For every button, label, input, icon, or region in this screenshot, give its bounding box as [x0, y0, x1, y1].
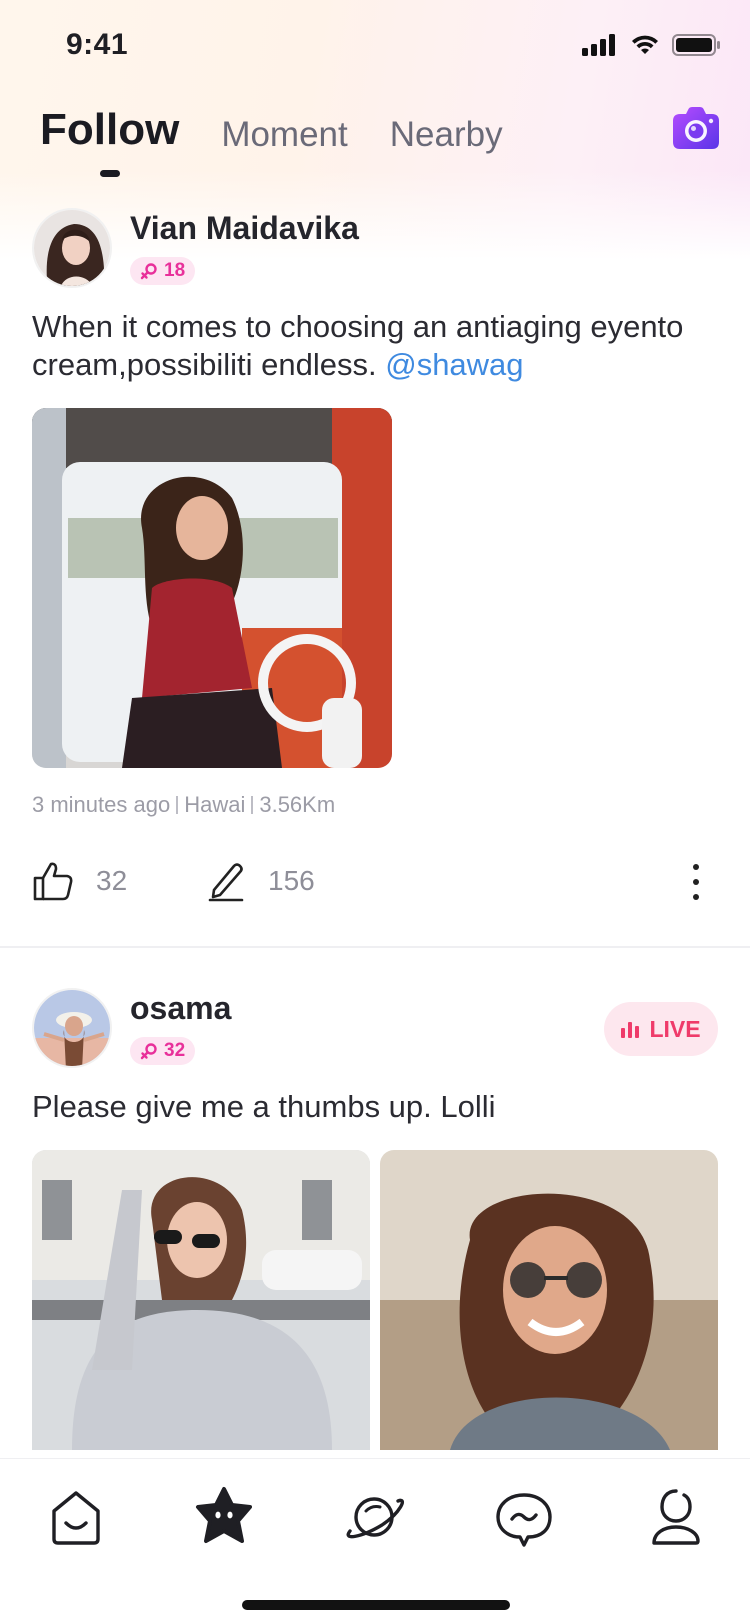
comment-count: 156: [268, 865, 315, 896]
tab-follow[interactable]: Follow: [40, 105, 179, 165]
post-photo[interactable]: [380, 1150, 718, 1450]
mention-link[interactable]: @shawag: [385, 347, 523, 382]
post-header: Vian Maidavika 18: [32, 208, 718, 290]
home-icon[interactable]: [44, 1485, 108, 1549]
gender-icon: [140, 263, 157, 280]
post-time: 3 minutes ago: [32, 792, 171, 817]
gender-icon: [140, 1043, 157, 1060]
planet-icon[interactable]: [342, 1485, 406, 1549]
avatar[interactable]: [32, 208, 112, 288]
level-badge: 32: [130, 1037, 196, 1065]
user-name[interactable]: osama: [130, 990, 231, 1027]
post-location: Hawai: [184, 792, 246, 817]
live-badge[interactable]: LIVE: [604, 1002, 718, 1056]
pen-icon: [208, 863, 244, 902]
post-body: When it comes to choosing an antiaging e…: [32, 309, 684, 382]
status-icons: [582, 34, 720, 56]
level-value: 18: [164, 260, 186, 281]
battery-icon: [672, 34, 720, 56]
star-face-icon[interactable]: [192, 1485, 256, 1549]
user-info: Vian Maidavika 18: [130, 208, 359, 285]
tab-nearby[interactable]: Nearby: [390, 115, 503, 165]
camera-icon[interactable]: [672, 106, 720, 150]
level-value: 32: [164, 1040, 186, 1061]
live-label: LIVE: [649, 1015, 701, 1042]
profile-icon[interactable]: [644, 1485, 708, 1549]
meta-divider: [251, 796, 254, 814]
top-tabs: Follow Moment Nearby: [40, 105, 503, 165]
wifi-icon: [632, 35, 658, 54]
post-photos: [32, 1150, 718, 1450]
post-text: Please give me a thumbs up. Lolli: [32, 1088, 718, 1126]
user-info: osama 32: [130, 988, 231, 1065]
post-photo[interactable]: [32, 1150, 370, 1450]
thumbs-up-icon: [33, 862, 73, 901]
tab-moment[interactable]: Moment: [221, 115, 347, 165]
avatar[interactable]: [32, 988, 112, 1068]
post-card: Vian Maidavika 18 When it comes to choos…: [0, 208, 750, 946]
comment-button[interactable]: 156: [208, 860, 315, 902]
post-body: Please give me a thumbs up. Lolli: [32, 1089, 496, 1124]
post-distance: 3.56Km: [259, 792, 336, 817]
bottom-nav: [0, 1458, 750, 1624]
status-time: 9:41: [66, 28, 129, 61]
post-card: osama 32 LIVE Please give me a thumbs up…: [0, 988, 750, 1450]
post-text: When it comes to choosing an antiaging e…: [32, 308, 718, 384]
like-count: 32: [96, 865, 128, 896]
live-bars-icon: [621, 1022, 640, 1038]
post-divider: [0, 946, 750, 948]
like-button[interactable]: 32: [32, 860, 127, 902]
post-actions: 32 156: [32, 836, 718, 946]
more-options-icon[interactable]: [688, 862, 704, 902]
cellular-signal-icon: [582, 34, 615, 56]
chat-bubble-icon[interactable]: [492, 1485, 556, 1549]
status-bar: 9:41: [0, 0, 750, 90]
post-photo[interactable]: [32, 408, 392, 768]
feed: Vian Maidavika 18 When it comes to choos…: [0, 208, 750, 1450]
meta-divider: [176, 796, 179, 814]
level-badge: 18: [130, 257, 196, 285]
post-meta: 3 minutes ago Hawai 3.56Km: [32, 792, 718, 818]
home-indicator[interactable]: [242, 1600, 510, 1610]
user-name[interactable]: Vian Maidavika: [130, 210, 359, 247]
